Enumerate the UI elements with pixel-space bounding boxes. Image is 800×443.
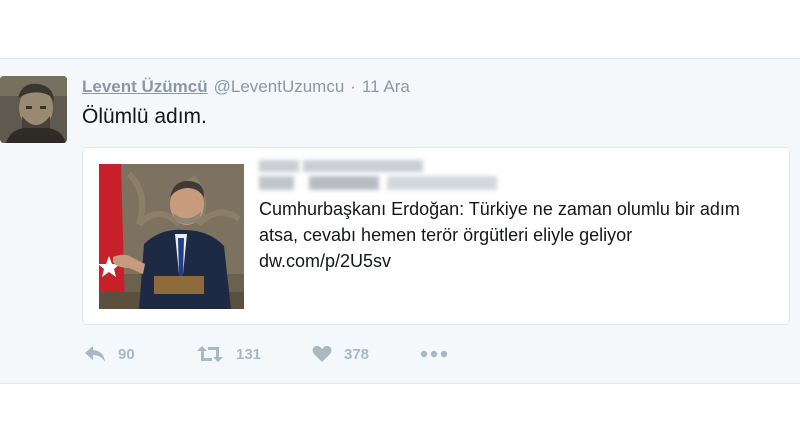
retweet-count: 131 [236, 345, 262, 363]
like-count: 378 [344, 345, 370, 363]
display-name[interactable]: Levent Üzümcü [82, 77, 208, 96]
retweet-icon [196, 345, 224, 363]
reply-icon [84, 345, 106, 363]
avatar[interactable] [0, 76, 67, 143]
like-button[interactable]: 378 [312, 342, 369, 366]
tweet-timestamp[interactable]: 11 Ara [362, 77, 410, 96]
page-top [0, 0, 800, 58]
more-icon [420, 350, 448, 358]
tweet-header: Levent Üzümcü @LeventUzumcu · 11 Ara [82, 76, 410, 98]
card-source-blurred [259, 160, 509, 194]
tweet[interactable]: Levent Üzümcü @LeventUzumcu · 11 Ara Ölümlü… [0, 58, 800, 384]
heart-icon [312, 345, 332, 363]
reply-count: 90 [118, 345, 135, 363]
card-image[interactable] [99, 164, 244, 309]
tweet-text: Ölümlü adım. [82, 105, 207, 128]
reply-button[interactable]: 90 [84, 342, 135, 366]
link-card[interactable]: Cumhurbaşkanı Erdoğan: Türkiye ne zaman … [82, 147, 790, 325]
more-button[interactable] [420, 342, 448, 366]
card-url[interactable]: dw.com/p/2U5sv [259, 248, 391, 274]
card-headline[interactable]: Cumhurbaşkanı Erdoğan: Türkiye ne zaman … [259, 196, 769, 248]
separator: · [350, 77, 356, 96]
retweet-button[interactable]: 131 [196, 342, 261, 366]
user-handle[interactable]: @LeventUzumcu [214, 77, 345, 96]
